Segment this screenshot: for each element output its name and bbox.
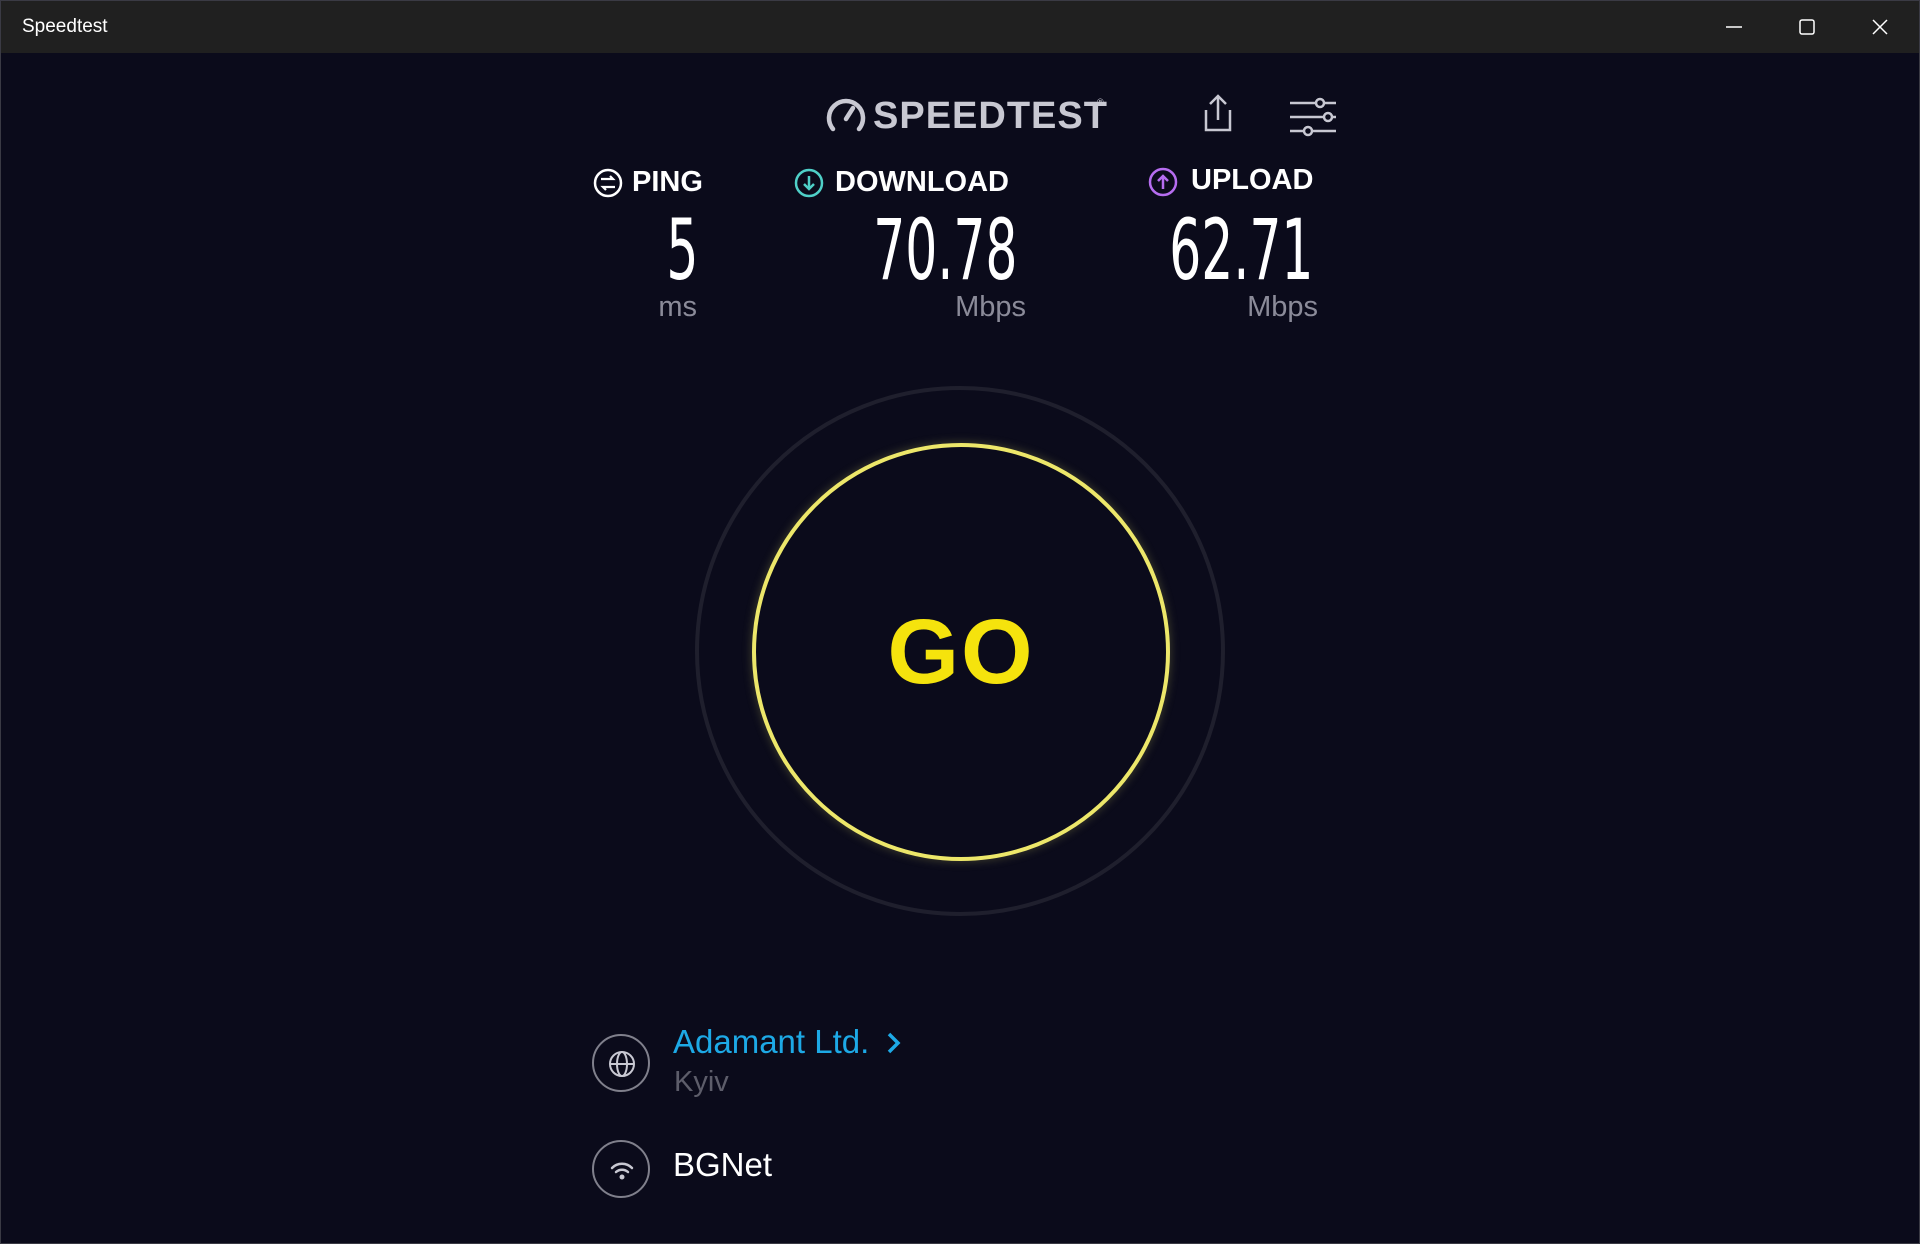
share-button[interactable]	[1200, 92, 1236, 139]
share-icon	[1204, 94, 1232, 132]
maximize-icon	[1799, 19, 1815, 35]
download-value: 70.78	[872, 201, 1017, 299]
network-icon-button[interactable]	[592, 1140, 650, 1198]
upload-unit: Mbps	[1247, 291, 1318, 323]
close-icon	[1872, 19, 1888, 35]
speedtest-window: Speedtest SPEEDTEST ® PING 5 ms DOWNLOAD…	[0, 0, 1920, 1244]
network-name: BGNet	[673, 1146, 773, 1183]
maximize-button[interactable]	[1771, 1, 1843, 53]
go-label: GO	[887, 601, 1035, 703]
server-name-link[interactable]: Adamant Ltd.	[673, 1023, 902, 1061]
upload-arrow-icon	[1148, 167, 1178, 197]
close-button[interactable]	[1844, 1, 1916, 53]
title-bar: Speedtest	[1, 1, 1919, 53]
minimize-icon	[1726, 26, 1742, 28]
settings-button[interactable]	[1288, 97, 1338, 142]
server-name: Adamant Ltd.	[673, 1023, 870, 1060]
ping-value: 5	[665, 201, 698, 299]
wifi-icon	[610, 1162, 634, 1180]
download-arrow-icon	[794, 168, 824, 198]
chevron-right-icon	[888, 1032, 901, 1054]
upload-value: 62.71	[1168, 201, 1313, 299]
download-label: DOWNLOAD	[835, 166, 1009, 198]
speedometer-icon	[826, 98, 866, 132]
ping-icon	[593, 168, 623, 198]
brand-name: SPEEDTEST	[873, 95, 1108, 137]
go-button[interactable]: GO	[752, 443, 1170, 861]
settings-sliders-icon	[1290, 97, 1336, 137]
globe-icon	[609, 1051, 635, 1077]
window-title: Speedtest	[22, 16, 108, 37]
ping-unit: ms	[658, 291, 697, 323]
ping-label: PING	[632, 166, 703, 198]
server-location: Kyiv	[674, 1066, 729, 1098]
upload-label: UPLOAD	[1191, 164, 1314, 196]
download-unit: Mbps	[955, 291, 1026, 323]
server-icon-button[interactable]	[592, 1034, 650, 1092]
minimize-button[interactable]	[1698, 1, 1770, 53]
trademark-mark: ®	[1097, 97, 1104, 107]
